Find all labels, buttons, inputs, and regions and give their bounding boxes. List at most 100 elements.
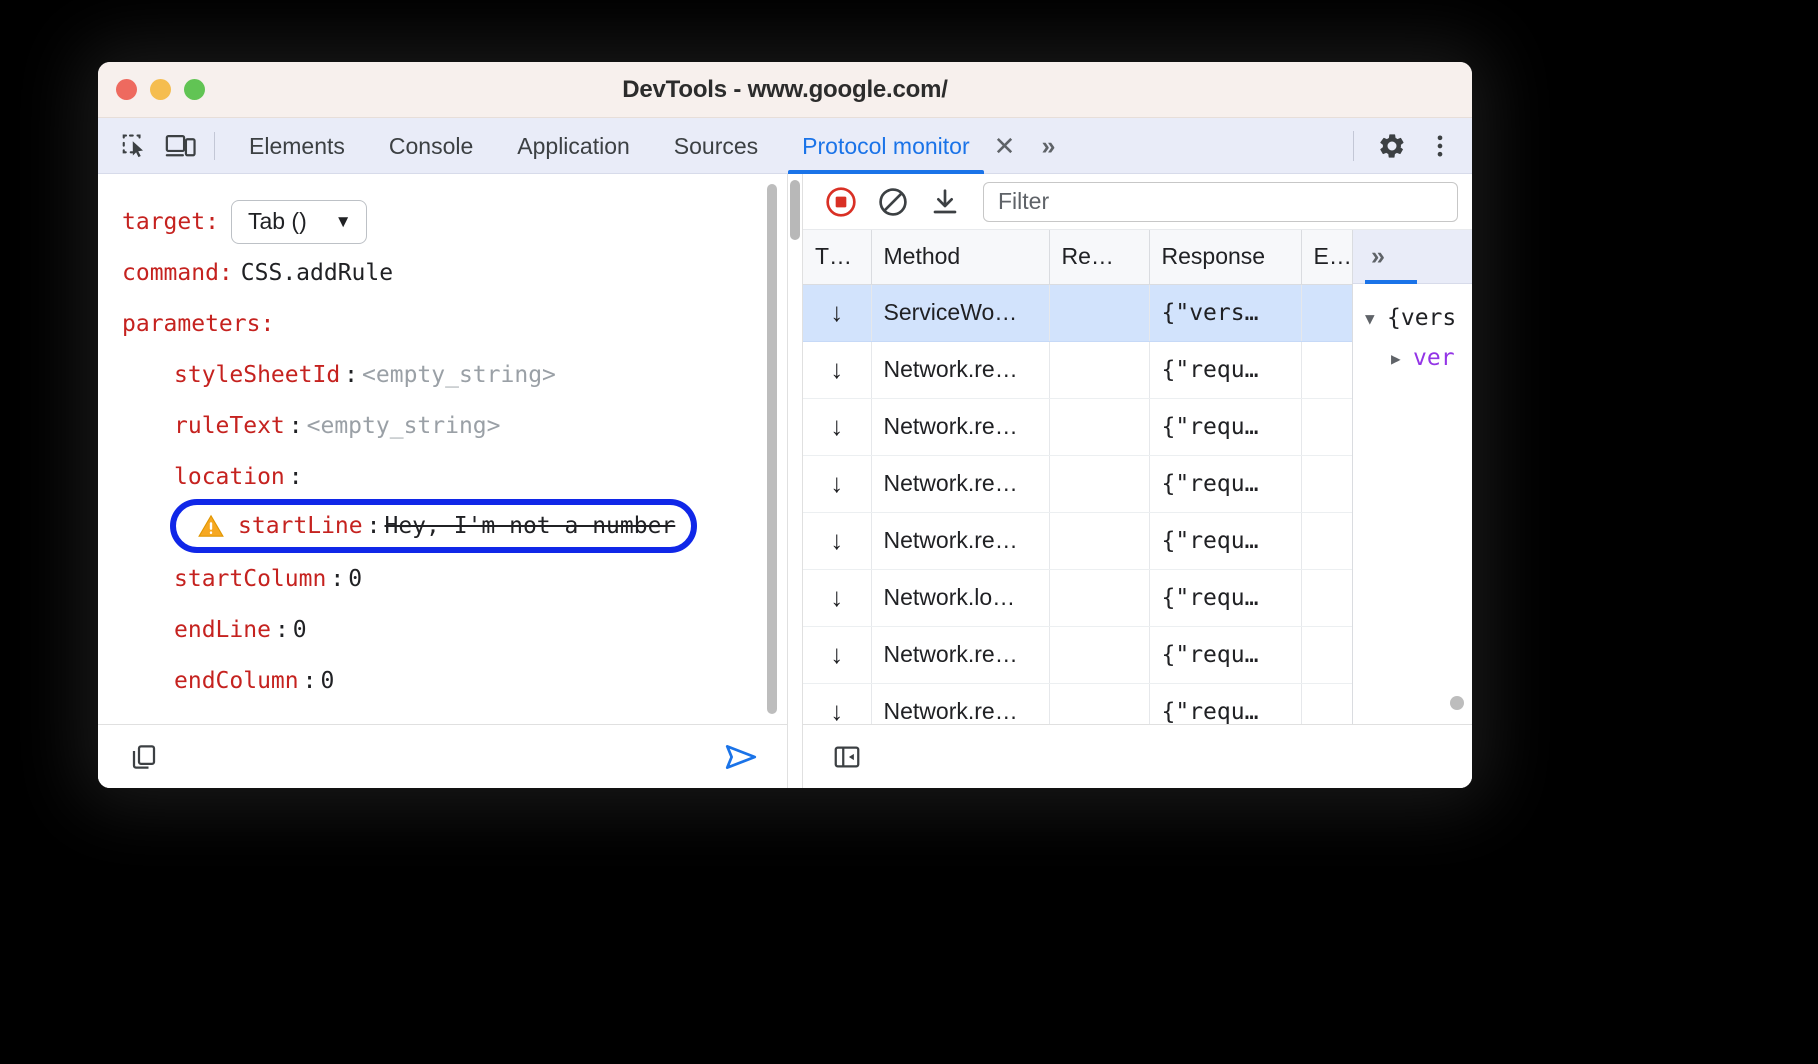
column-header-request[interactable]: Re…	[1049, 230, 1149, 284]
protocol-monitor-scrollbar[interactable]	[788, 174, 802, 788]
table-row[interactable]: ↓ Network.re… {"requ…	[803, 683, 1352, 724]
table-row[interactable]: ↓ Network.re… {"requ…	[803, 341, 1352, 398]
minimize-window-button[interactable]	[150, 79, 171, 100]
param-key: ruleText	[174, 413, 285, 439]
row-request	[1049, 341, 1149, 398]
row-response: {"vers…	[1149, 284, 1301, 341]
param-endline[interactable]: endLine : 0	[122, 604, 787, 655]
param-endcolumn[interactable]: endColumn : 0	[122, 655, 787, 706]
row-elapsed	[1301, 512, 1352, 569]
clear-icon[interactable]	[869, 180, 917, 224]
table-row[interactable]: ↓ Network.re… {"requ…	[803, 626, 1352, 683]
maximize-window-button[interactable]	[184, 79, 205, 100]
inspect-element-icon[interactable]	[112, 126, 158, 166]
column-header-type[interactable]: T…	[803, 230, 871, 284]
parameters-row: parameters:	[122, 298, 787, 349]
toggle-sidebar-icon[interactable]	[823, 735, 871, 779]
window-title: DevTools - www.google.com/	[98, 76, 1472, 104]
send-icon[interactable]	[717, 735, 765, 779]
startline-error-highlight[interactable]: startLine : Hey, I'm not a number	[170, 499, 697, 553]
scrollbar-thumb[interactable]	[790, 180, 800, 240]
param-key: startLine	[238, 513, 363, 539]
row-request	[1049, 683, 1149, 724]
param-value[interactable]: 0	[293, 617, 307, 643]
param-key: location	[174, 464, 285, 490]
command-label: command:	[122, 260, 233, 286]
triangle-down-icon[interactable]: ▼	[1365, 309, 1387, 328]
command-row[interactable]: command: CSS.addRule	[122, 247, 787, 298]
table-row[interactable]: ↓ Network.lo… {"requ…	[803, 569, 1352, 626]
json-node-key: ver	[1413, 345, 1455, 371]
table-row[interactable]: ↓ Network.re… {"requ…	[803, 398, 1352, 455]
command-editor: target: Tab () ▼ command: CSS.addRule pa…	[98, 174, 787, 724]
param-value[interactable]: 0	[320, 668, 334, 694]
record-stop-icon[interactable]	[817, 180, 865, 224]
row-response: {"requ…	[1149, 512, 1301, 569]
row-direction: ↓	[803, 455, 871, 512]
column-header-method[interactable]: Method	[871, 230, 1049, 284]
protocol-monitor-main: T… Method Re… Response E…	[802, 174, 1472, 788]
json-node-text: {vers	[1387, 305, 1456, 331]
detail-scrollbar-thumb[interactable]	[1450, 696, 1464, 710]
param-key: startColumn	[174, 566, 326, 592]
filter-input[interactable]	[983, 182, 1458, 222]
row-elapsed	[1301, 455, 1352, 512]
param-ruletext[interactable]: ruleText : <empty_string>	[122, 400, 787, 451]
json-tree-node[interactable]: ▼ {vers	[1365, 298, 1472, 338]
target-row: target: Tab () ▼	[122, 196, 787, 247]
table-row[interactable]: ↓ ServiceWo… {"vers…	[803, 284, 1352, 341]
row-elapsed	[1301, 569, 1352, 626]
json-tree-node[interactable]: ▶ ver	[1365, 338, 1472, 378]
row-elapsed	[1301, 341, 1352, 398]
tab-protocol-monitor[interactable]: Protocol monitor	[780, 118, 991, 174]
column-header-elapsed[interactable]: E…	[1301, 230, 1352, 284]
tab-elements[interactable]: Elements	[227, 118, 367, 174]
row-direction: ↓	[803, 398, 871, 455]
param-colon: :	[326, 566, 348, 592]
row-request	[1049, 512, 1149, 569]
param-value[interactable]: Hey, I'm not a number	[384, 513, 675, 539]
row-request	[1049, 455, 1149, 512]
row-method: Network.re…	[871, 398, 1049, 455]
more-vertical-icon[interactable]	[1418, 124, 1462, 168]
param-startcolumn[interactable]: startColumn : 0	[122, 553, 787, 604]
detail-drawer-tabbar: »	[1353, 230, 1472, 284]
tab-application[interactable]: Application	[495, 118, 652, 174]
param-colon: :	[363, 513, 385, 539]
editor-scrollbar[interactable]	[767, 184, 777, 714]
param-value[interactable]: <empty_string>	[307, 413, 501, 439]
window-titlebar: DevTools - www.google.com/	[98, 62, 1472, 118]
traffic-lights	[116, 79, 205, 100]
target-select-value: Tab ()	[248, 208, 307, 235]
table-row[interactable]: ↓ Network.re… {"requ…	[803, 512, 1352, 569]
param-value[interactable]: 0	[348, 566, 362, 592]
protocol-monitor-toolbar	[803, 174, 1472, 230]
table-row[interactable]: ↓ Network.re… {"requ…	[803, 455, 1352, 512]
gear-icon[interactable]	[1370, 124, 1414, 168]
response-json-tree: ▼ {vers ▶ ver	[1353, 284, 1472, 724]
row-response: {"requ…	[1149, 455, 1301, 512]
param-stylesheetid[interactable]: styleSheetId : <empty_string>	[122, 349, 787, 400]
target-select[interactable]: Tab () ▼	[231, 200, 367, 244]
param-value[interactable]: <empty_string>	[362, 362, 556, 388]
column-header-elapsed-label: E…	[1314, 243, 1352, 269]
param-key: styleSheetId	[174, 362, 340, 388]
close-window-button[interactable]	[116, 79, 137, 100]
param-key: endLine	[174, 617, 271, 643]
column-header-response[interactable]: Response	[1149, 230, 1301, 284]
copy-icon[interactable]	[120, 735, 168, 779]
row-direction: ↓	[803, 512, 871, 569]
triangle-right-icon[interactable]: ▶	[1391, 349, 1413, 368]
command-value: CSS.addRule	[233, 260, 393, 286]
tab-sources[interactable]: Sources	[652, 118, 780, 174]
more-tabs-icon[interactable]: »	[1031, 118, 1065, 174]
row-method: Network.re…	[871, 455, 1049, 512]
row-direction: ↓	[803, 341, 871, 398]
row-response: {"requ…	[1149, 398, 1301, 455]
tab-console[interactable]: Console	[367, 118, 495, 174]
tabbar-divider	[214, 132, 215, 160]
device-toolbar-icon[interactable]	[158, 126, 204, 166]
detail-more-tabs-icon[interactable]: »	[1371, 242, 1385, 271]
protocol-monitor-pane: T… Method Re… Response E…	[788, 174, 1472, 788]
download-icon[interactable]	[921, 180, 969, 224]
